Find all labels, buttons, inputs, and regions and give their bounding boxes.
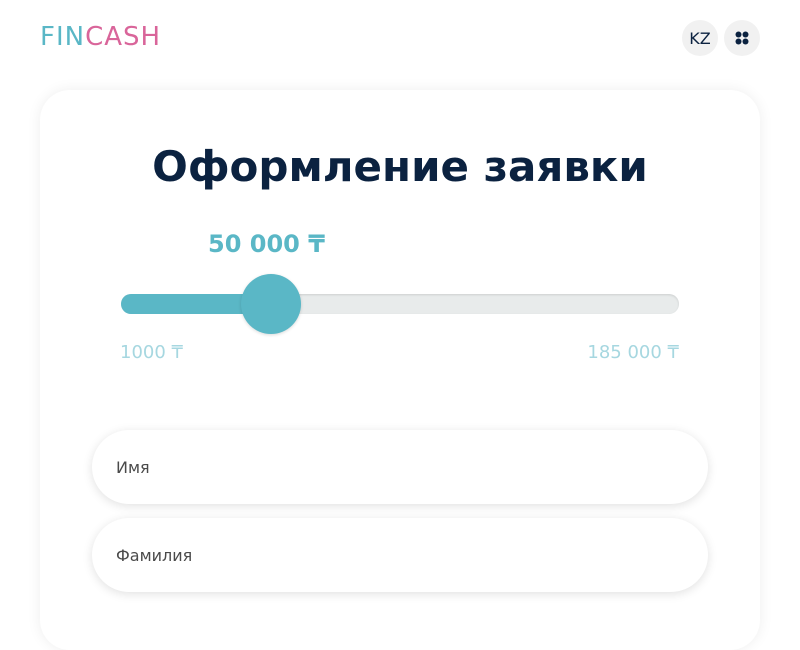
last-name-field-wrapper — [92, 518, 708, 592]
page-title: Оформление заявки — [152, 142, 648, 191]
last-name-input[interactable] — [92, 518, 708, 592]
fincash-logo[interactable]: FINCASH — [40, 22, 161, 52]
slider-thumb[interactable] — [241, 274, 301, 334]
menu-button[interactable] — [724, 20, 760, 56]
logo-part-fin: FIN — [40, 22, 86, 52]
slider-max-label: 185 000 ₸ — [587, 342, 679, 363]
first-name-input[interactable] — [92, 430, 708, 504]
slider-min-label: 1000 ₸ — [120, 342, 183, 363]
language-switch-button[interactable]: KZ — [682, 20, 718, 56]
loan-amount-slider[interactable] — [121, 274, 679, 334]
logo-part-cash: CASH — [85, 22, 162, 52]
loan-amount-value: 50 000 ₸ — [208, 230, 325, 258]
grid-icon — [735, 31, 749, 45]
first-name-field-wrapper — [92, 430, 708, 504]
header: FINCASH KZ — [0, 0, 800, 76]
